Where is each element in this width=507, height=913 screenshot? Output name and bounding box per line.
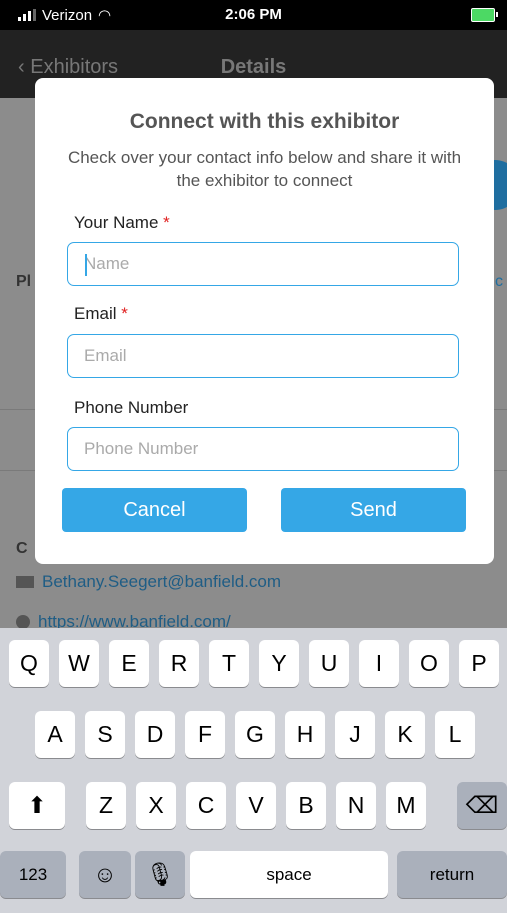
email-label: Email * (74, 304, 128, 324)
text-cursor (85, 254, 87, 276)
key-t[interactable]: T (209, 640, 249, 687)
key-p[interactable]: P (459, 640, 499, 687)
key-k[interactable]: K (385, 711, 425, 758)
key-w[interactable]: W (59, 640, 99, 687)
phone-label: Phone Number (74, 398, 189, 417)
key-b[interactable]: B (286, 782, 326, 829)
backspace-key[interactable]: ⌫ (457, 782, 507, 829)
status-time: 2:06 PM (225, 6, 282, 23)
key-y[interactable]: Y (259, 640, 299, 687)
section-label: Pl (16, 273, 32, 290)
microphone-icon: 🎙 (145, 861, 175, 887)
key-l[interactable]: L (435, 711, 475, 758)
exhibitor-email[interactable]: Bethany.Seegert@banfield.com (42, 572, 281, 592)
key-z[interactable]: Z (86, 782, 126, 829)
page-title: Details (220, 56, 287, 78)
backspace-icon: ⌫ (465, 792, 499, 818)
email-label-text: Email (74, 304, 117, 323)
dictation-key[interactable]: 🎙 (135, 851, 185, 898)
name-input[interactable] (67, 242, 459, 286)
key-j[interactable]: J (335, 711, 375, 758)
name-label: Your Name * (74, 213, 170, 233)
modal-subtitle: Check over your contact info below and s… (67, 148, 462, 190)
return-key[interactable]: return (397, 851, 507, 898)
key-u[interactable]: U (309, 640, 349, 687)
email-row[interactable]: Bethany.Seegert@banfield.com (16, 572, 281, 592)
key-a[interactable]: A (35, 711, 75, 758)
key-m[interactable]: M (386, 782, 426, 829)
name-label-text: Your Name (74, 213, 159, 232)
email-input[interactable] (67, 334, 459, 378)
shift-key[interactable]: ⬆ (9, 782, 65, 829)
key-g[interactable]: G (235, 711, 275, 758)
key-c[interactable]: C (186, 782, 226, 829)
shift-icon: ⬆ (27, 792, 47, 818)
key-q[interactable]: Q (9, 640, 49, 687)
key-i[interactable]: I (359, 640, 399, 687)
required-mark: * (121, 304, 128, 323)
globe-icon (16, 615, 30, 629)
send-button[interactable]: Send (281, 488, 466, 532)
phone-input[interactable] (67, 427, 459, 471)
key-v[interactable]: V (236, 782, 276, 829)
key-f[interactable]: F (185, 711, 225, 758)
key-d[interactable]: D (135, 711, 175, 758)
space-key[interactable]: space (190, 851, 388, 898)
connect-modal: Connect with this exhibitor Check over y… (35, 78, 494, 564)
required-mark: * (163, 213, 170, 232)
battery-icon (471, 8, 498, 22)
modal-title: Connect with this exhibitor (129, 110, 400, 133)
key-x[interactable]: X (136, 782, 176, 829)
right-fragment: c (495, 273, 503, 290)
key-n[interactable]: N (336, 782, 376, 829)
emoji-icon: ☺ (93, 861, 117, 887)
key-r[interactable]: R (159, 640, 199, 687)
numbers-key[interactable]: 123 (0, 851, 66, 898)
section-label: C (16, 540, 28, 557)
emoji-key[interactable]: ☺ (79, 851, 131, 898)
status-bar: Verizon ◠ 2:06 PM (0, 0, 507, 30)
envelope-icon (16, 576, 34, 588)
cancel-button[interactable]: Cancel (62, 488, 247, 532)
key-e[interactable]: E (109, 640, 149, 687)
keyboard: Q W E R T Y U I O P A S D F G H J K L ⬆ … (0, 628, 507, 913)
key-s[interactable]: S (85, 711, 125, 758)
key-o[interactable]: O (409, 640, 449, 687)
key-h[interactable]: H (285, 711, 325, 758)
